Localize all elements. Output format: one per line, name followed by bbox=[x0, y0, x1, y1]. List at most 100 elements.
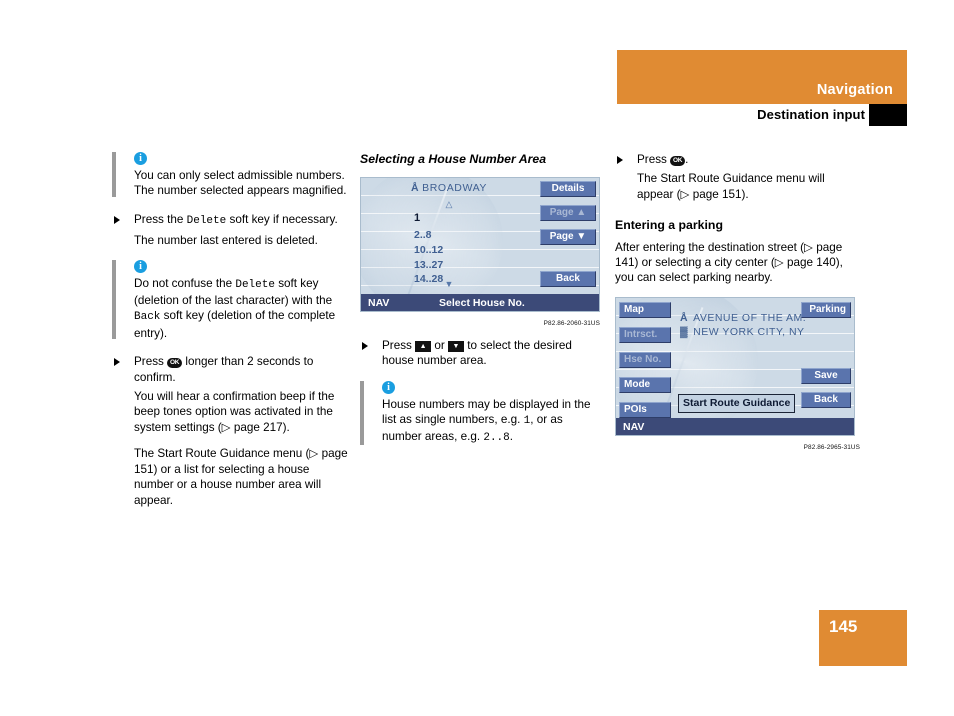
status-mode-label: NAV bbox=[368, 297, 390, 310]
page-number-band: 145 bbox=[819, 610, 907, 666]
street-marker-icon: Å bbox=[680, 311, 689, 324]
step-text-post: soft key if necessary. bbox=[226, 212, 338, 226]
step-text-pre: Press bbox=[382, 338, 416, 352]
step-text-pre: Press bbox=[637, 153, 671, 166]
header-subtitle-row: Destination input bbox=[617, 104, 907, 126]
delete-softkey-label: Delete bbox=[235, 278, 275, 291]
list-item[interactable]: 10..12 bbox=[414, 243, 443, 258]
save-softkey[interactable]: Save bbox=[801, 367, 851, 384]
para-start-route-guidance-list: The Start Route Guidance menu (▷ page 15… bbox=[134, 447, 348, 507]
middle-column: Selecting a House Number Area Å BROADWAY … bbox=[360, 152, 600, 460]
status-mode-label: NAV bbox=[623, 420, 645, 433]
right-column: Press OK. The Start Route Guidance menu … bbox=[615, 152, 860, 455]
step-press-ok: Press OK. bbox=[615, 152, 860, 167]
step-text-post: . bbox=[685, 153, 689, 166]
screen-street-label: Å BROADWAY bbox=[361, 181, 537, 196]
ok-knob-icon: OK bbox=[670, 156, 686, 166]
destination-street-row: Å AVENUE OF THE AM. bbox=[680, 311, 806, 325]
step-press-up-down: Press ▲ or ▼ to select the desired house… bbox=[360, 338, 600, 369]
para-number-deleted: The number last entered is deleted. bbox=[134, 234, 318, 248]
note-text-pre: Do not confuse the bbox=[134, 276, 236, 290]
screen-softkey-column: Details Page ▲ Page ▼ bbox=[540, 181, 596, 253]
info-icon: i bbox=[382, 380, 395, 394]
city-marker-icon: ▓ bbox=[680, 325, 689, 338]
step-text-mid: or bbox=[431, 338, 449, 352]
back-softkey-label: Back bbox=[134, 311, 161, 324]
step-press-delete: Press the Delete soft key if necessary. bbox=[112, 212, 352, 229]
note-text: House numbers may be displayed in the li… bbox=[382, 397, 600, 447]
note-text-post: soft key (deletion of the complete entry… bbox=[134, 309, 336, 340]
screen-left-softkey-column: Map Intrsct. Hse No. Mode POIs bbox=[619, 301, 671, 427]
list-item[interactable]: 2..8 bbox=[414, 228, 443, 243]
back-softkey-wrap: Back bbox=[540, 271, 596, 288]
screen-status-bar: NAV Select House No. bbox=[361, 294, 599, 312]
destination-city-row: ▓ NEW YORK CITY, NY bbox=[680, 325, 806, 339]
page-number: 145 bbox=[829, 617, 858, 636]
bullet-triangle-icon bbox=[114, 215, 120, 224]
back-softkey[interactable]: Back bbox=[540, 271, 596, 288]
save-softkey-wrap: Save bbox=[801, 367, 851, 384]
down-key-icon: ▼ bbox=[448, 340, 465, 352]
step-press-ok-long: Press OK longer than 2 seconds to confir… bbox=[112, 354, 352, 385]
note-side-bar bbox=[360, 380, 364, 445]
step-text: Press OK longer than 2 seconds to confir… bbox=[134, 354, 352, 385]
bullet-triangle-icon bbox=[114, 358, 120, 367]
start-route-guidance-button[interactable]: Start Route Guidance bbox=[678, 393, 796, 414]
page-title: Navigation bbox=[816, 82, 893, 98]
map-softkey[interactable]: Map bbox=[619, 301, 671, 318]
nav-screen-destination-parking: Map Intrsct. Hse No. Mode POIs Parking S… bbox=[615, 296, 855, 436]
note-side-bar bbox=[112, 152, 116, 197]
destination-street: AVENUE OF THE AM. bbox=[693, 311, 807, 324]
para-menu-will-appear: The Start Route Guidance menu will appea… bbox=[637, 172, 825, 201]
info-icon: i bbox=[134, 152, 147, 165]
list-item[interactable]: 13..27 bbox=[414, 258, 443, 273]
up-key-icon: ▲ bbox=[415, 340, 432, 352]
parking-softkey[interactable]: Parking bbox=[801, 301, 851, 318]
page-down-softkey[interactable]: Page ▼ bbox=[540, 229, 596, 246]
house-number-softkey[interactable]: Hse No. bbox=[619, 351, 671, 368]
page-up-softkey[interactable]: Page ▲ bbox=[540, 205, 596, 222]
left-text-column: i You can only select admissible numbers… bbox=[112, 152, 352, 519]
note-text: Do not confuse the Delete soft key (dele… bbox=[134, 276, 352, 342]
step-text-pre: Press the bbox=[134, 212, 187, 226]
step-text: Press the Delete soft key if necessary. bbox=[134, 212, 352, 229]
figure-caption: P82.86-2965-31US bbox=[803, 443, 860, 451]
example-number-area: 2..8 bbox=[483, 432, 510, 445]
scroll-up-indicator-icon: △ bbox=[445, 199, 453, 210]
header-orange-band: Navigation bbox=[617, 50, 907, 104]
ok-knob-icon: OK bbox=[167, 358, 183, 369]
bullet-triangle-icon bbox=[617, 156, 623, 164]
bullet-triangle-icon bbox=[362, 341, 368, 350]
figure-caption: P82.86-2060-31US bbox=[543, 320, 600, 328]
chapter-tab-marker bbox=[869, 104, 907, 126]
subsection-heading-house-number-area: Selecting a House Number Area bbox=[360, 152, 547, 166]
note-side-bar bbox=[112, 259, 116, 340]
section-subtitle: Destination input bbox=[757, 107, 865, 122]
details-softkey[interactable]: Details bbox=[540, 181, 596, 198]
street-marker-icon: Å bbox=[410, 182, 420, 195]
delete-softkey-label: Delete bbox=[186, 214, 227, 227]
status-title-label: Select House No. bbox=[439, 297, 525, 310]
selected-house-number: 1 bbox=[414, 212, 421, 225]
info-note-delete-vs-back: i Do not confuse the Delete soft key (de… bbox=[112, 259, 352, 342]
pois-softkey[interactable]: POIs bbox=[619, 401, 671, 418]
step-text-pre: Press bbox=[134, 355, 168, 369]
step-text: Press ▲ or ▼ to select the desired house… bbox=[382, 338, 600, 369]
destination-city: NEW YORK CITY, NY bbox=[693, 325, 805, 338]
screen-status-bar: NAV bbox=[616, 417, 854, 435]
info-note-number-areas: i House numbers may be displayed in the … bbox=[360, 380, 600, 447]
note-text: You can only select admissible numbers. … bbox=[134, 169, 347, 198]
back-softkey[interactable]: Back bbox=[801, 391, 851, 408]
para-confirmation-beep: You will hear a confirmation beep if the… bbox=[134, 390, 335, 434]
mode-softkey[interactable]: Mode bbox=[619, 376, 671, 393]
info-icon: i bbox=[134, 259, 147, 273]
note-text-post: . bbox=[509, 430, 514, 444]
destination-readout: Å AVENUE OF THE AM. ▓ NEW YORK CITY, NY bbox=[680, 311, 806, 339]
screen-right-softkey-column: Parking bbox=[801, 301, 851, 318]
back-softkey-wrap: Back bbox=[801, 391, 851, 408]
scroll-down-indicator-icon: ▼ bbox=[444, 279, 454, 290]
step-text: Press OK. bbox=[637, 152, 860, 167]
street-name: BROADWAY bbox=[422, 182, 488, 195]
info-note-admissible-numbers: i You can only select admissible numbers… bbox=[112, 152, 352, 199]
intersection-softkey[interactable]: Intrsct. bbox=[619, 326, 671, 343]
